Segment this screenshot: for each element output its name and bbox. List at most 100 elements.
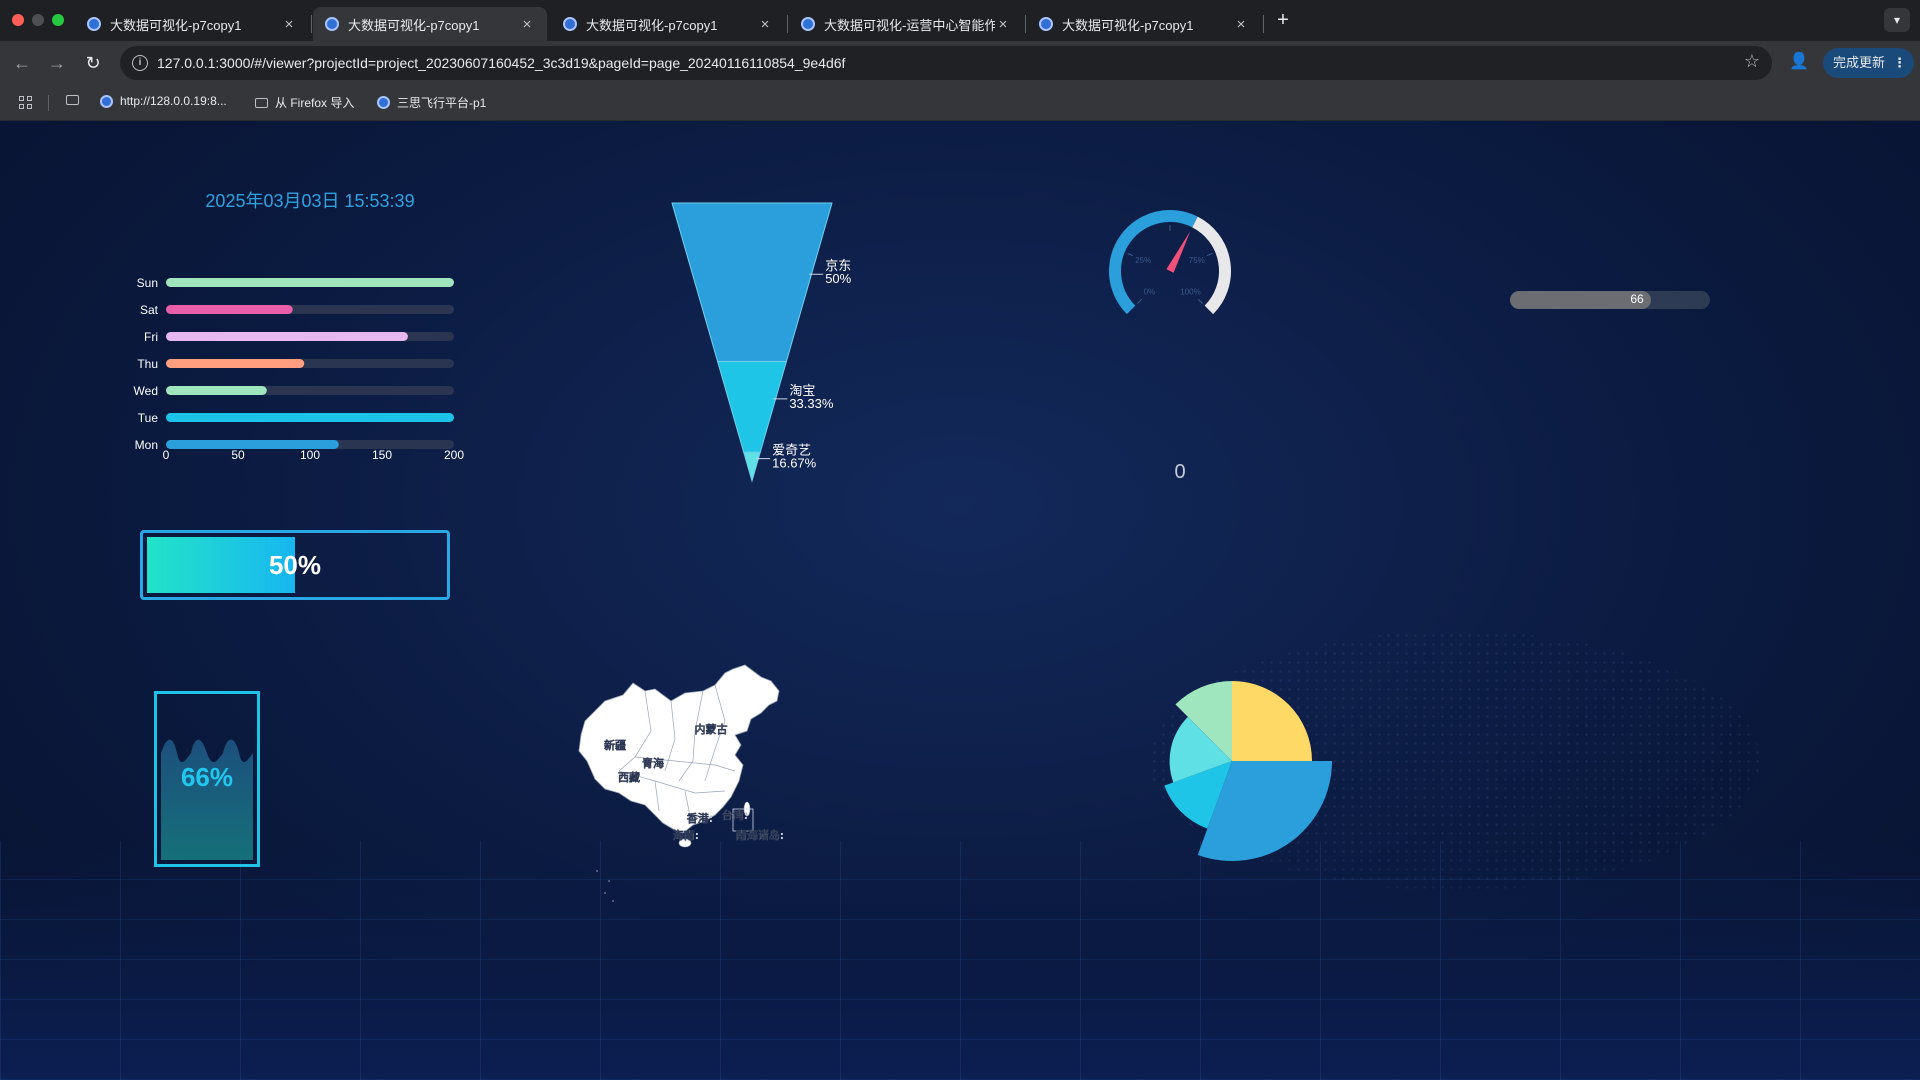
tick-label: 200 [444,448,464,462]
bookmark-folder-icon[interactable] [66,95,86,105]
funnel-segment [716,360,788,453]
funnel-segment [743,451,761,483]
bar [166,332,408,341]
funnel-percent-label: 16.67% [772,456,817,471]
tab-title: 大数据可视化-p7copy1 [586,17,718,33]
tab-strip: 大数据可视化-p7copy1 × 大数据可视化-p7copy1 × 大数据可视化… [0,0,1920,41]
funnel-percent-label: 50% [825,271,851,286]
gauge-tick [1197,298,1203,304]
forward-arrow-icon[interactable]: → [44,50,70,76]
tick-label: 100 [300,448,320,462]
gauge-arc-rest [1192,216,1231,315]
gauge-tick [1127,252,1134,257]
apps-grid-icon[interactable] [19,96,33,110]
gauge-tick-label: 100% [1180,288,1200,297]
bar [166,305,293,314]
browser-tab[interactable]: 大数据可视化-运营中心智能作业 × [789,7,1023,41]
dashboard-canvas: 2025年03月03日 15:53:39 Mon Tue Wed Thu Fri Sat S… [0,121,1920,1080]
browser-tab-active[interactable]: 大数据可视化-p7copy1 × [313,7,547,41]
browser-chrome: 大数据可视化-p7copy1 × 大数据可视化-p7copy1 × 大数据可视化… [0,0,1920,121]
gauge-tick-label: 75% [1189,256,1205,265]
profile-icon[interactable]: 👤 [1786,49,1812,75]
bookmark-label: http://128.0.0.19:8... [120,94,227,108]
globe-icon [1039,17,1053,31]
water-level-label: 66% [180,762,234,792]
island-dot [604,892,606,894]
gauge-chart: 0% 25% 75% 100% [1109,210,1231,315]
browser-toolbar: ← → ↻ i 127.0.0.1:3000/#/viewer?projectI… [0,41,1920,84]
category-label: Tue [138,411,159,425]
globe-icon [100,94,113,108]
new-tab-button[interactable]: + [1272,8,1294,32]
funnel-segment [671,202,833,362]
tab-title: 大数据可视化-运营中心智能作业 [824,17,995,33]
category-label: Fri [144,330,158,344]
tab-divider [787,15,788,33]
bookmark-item[interactable]: 三思飞行平台-p1 [377,94,486,111]
progress-bar: 50% [140,530,450,600]
gauge-value-text: 0 [1174,461,1186,483]
folder-icon [255,97,268,108]
rose-slice [1232,681,1312,761]
bar [166,386,267,395]
island-dot [596,870,598,872]
close-icon[interactable]: × [995,16,1011,33]
globe-icon [87,17,101,31]
tab-title: 大数据可视化-p7copy1 [348,17,480,33]
url-text[interactable]: 127.0.0.1:3000/#/viewer?projectId=projec… [157,55,845,71]
browser-tab[interactable]: 大数据可视化-p7copy1 × [75,7,309,41]
chevron-down-icon[interactable]: ▾ [1884,8,1910,32]
bookmark-item[interactable]: http://128.0.0.19:8... [100,94,227,108]
progress-label: 50% [268,550,322,580]
bar [166,359,305,368]
close-icon[interactable]: × [757,16,773,33]
close-icon[interactable]: × [1233,16,1249,33]
funnel-chart: 京东50%淘宝33.33%爱奇艺16.67% [671,202,852,483]
map-label: 香港: [686,811,713,825]
map-label: 青海 [642,756,664,770]
globe-icon [563,17,577,31]
reload-icon[interactable]: ↻ [80,50,106,76]
gauge-tick-label: 0% [1144,288,1156,297]
tick-label: 50 [231,448,245,462]
star-icon[interactable]: ☆ [1744,51,1760,72]
category-label: Sat [140,303,159,317]
rose-pie-chart [1164,681,1332,861]
tab-title: 大数据可视化-p7copy1 [1062,17,1194,33]
tab-title: 大数据可视化-p7copy1 [110,17,242,33]
browser-tab[interactable]: 大数据可视化-p7copy1 × [1027,7,1261,41]
funnel-percent-label: 33.33% [789,396,834,411]
map-label: 新疆 [604,738,626,752]
address-bar[interactable]: i 127.0.0.1:3000/#/viewer?projectId=proj… [120,46,1772,80]
water-fill [161,739,253,860]
category-label: Wed [134,384,158,398]
slider[interactable]: 66 [1510,291,1710,309]
slider-value: 66 [1630,292,1644,306]
maximize-window-button[interactable] [52,14,64,26]
tab-divider [311,15,312,33]
tick-label: 0 [163,448,170,462]
info-icon[interactable]: i [132,55,148,71]
grid-floor-background [0,841,1920,1080]
close-icon[interactable]: × [281,16,297,33]
browser-tab[interactable]: 大数据可视化-p7copy1 × [551,7,785,41]
globe-icon [377,96,390,109]
gauge-tick-label: 25% [1135,256,1151,265]
bookmark-item[interactable]: 从 Firefox 导入 [255,94,354,111]
tab-divider [1263,15,1264,33]
tick-label: 150 [372,448,392,462]
bar [166,413,454,422]
more-vert-icon: ⋮ [1893,55,1906,70]
datetime-display: 2025年03月03日 15:53:39 [205,191,415,211]
bar [166,278,454,287]
close-icon[interactable]: × [519,16,535,33]
folder-icon [66,95,79,105]
back-arrow-icon[interactable]: ← [9,50,35,76]
update-button-label: 完成更新 [1833,55,1886,70]
close-window-button[interactable] [12,14,24,26]
globe-icon [325,17,339,31]
minimize-window-button[interactable] [32,14,44,26]
tab-divider [1025,15,1026,33]
map-label: 海南: [673,828,699,842]
update-button[interactable]: 完成更新 ⋮ [1823,48,1914,78]
